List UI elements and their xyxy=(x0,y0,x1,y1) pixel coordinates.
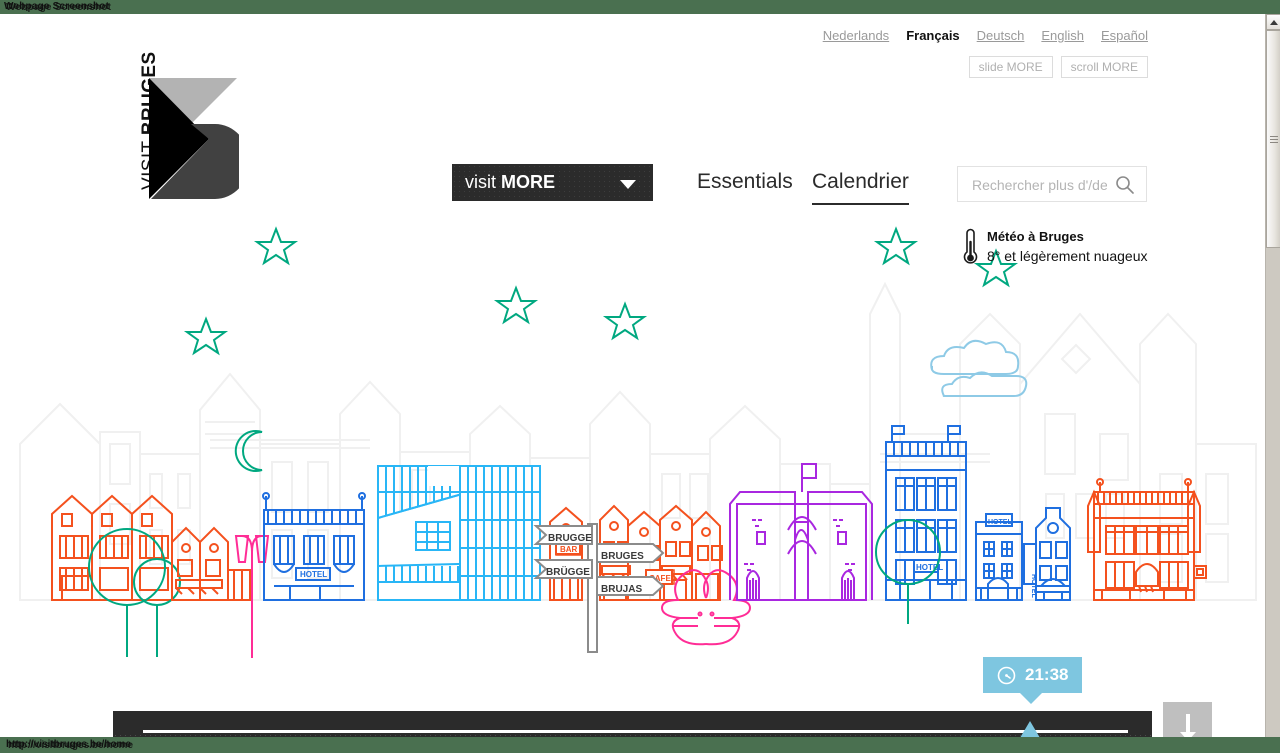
scrollbar-track[interactable] xyxy=(1266,30,1280,737)
svg-text:BRUGES: BRUGES xyxy=(601,551,644,562)
arrow-down-icon xyxy=(1179,713,1196,737)
time-value: 21:38 xyxy=(1025,665,1069,684)
time-tooltip: 21:38 xyxy=(983,657,1083,704)
svg-text:HOTEL: HOTEL xyxy=(988,519,1012,526)
svg-text:BRÜGGE: BRÜGGE xyxy=(546,565,590,578)
extension-title-shadow: Webpage Screenshot xyxy=(6,2,112,13)
logo-b-mark xyxy=(149,78,239,199)
thermometer-icon xyxy=(963,228,978,264)
time-slider-handle[interactable] xyxy=(1017,721,1043,737)
svg-text:HOTEL: HOTEL xyxy=(916,563,943,572)
scrollbar-thumb[interactable] xyxy=(1266,30,1280,248)
language-link-francais[interactable]: Français xyxy=(906,28,959,43)
svg-text:BAR: BAR xyxy=(560,545,578,554)
language-link-espanol[interactable]: Español xyxy=(1101,28,1148,43)
language-link-nederlands[interactable]: Nederlands xyxy=(823,28,890,43)
scroll-down-button[interactable] xyxy=(1163,702,1212,737)
browser-window: Webpage Screenshot Webpage Screenshot HO… xyxy=(0,0,1280,753)
weather-description: 8° et légèrement nuageux xyxy=(987,248,1148,264)
dropdown-label: visit MORE xyxy=(465,172,555,193)
chevron-down-icon xyxy=(620,180,636,189)
dropdown-word-visit: visit xyxy=(465,172,496,192)
language-switcher[interactable]: Nederlands Français Deutsch English Espa… xyxy=(823,28,1148,43)
language-link-deutsch[interactable]: Deutsch xyxy=(977,28,1025,43)
status-url-shadow: http://visitbruges.be/home xyxy=(8,740,134,751)
weather-widget: Météo à Bruges 8° et légèrement nuageux xyxy=(957,228,1157,270)
dropdown-word-more: MORE xyxy=(501,172,556,192)
clock-icon xyxy=(997,666,1016,684)
arrow-up-icon xyxy=(1269,19,1278,25)
scroll-more-button[interactable]: scroll MORE xyxy=(1060,56,1148,78)
svg-text:HOTEL: HOTEL xyxy=(1030,574,1037,598)
page-scrollbar[interactable] xyxy=(1265,14,1280,753)
time-slider-bar[interactable] xyxy=(113,711,1152,737)
nav-item-calendrier[interactable]: Calendrier xyxy=(812,170,909,205)
svg-text:HOTEL: HOTEL xyxy=(300,570,327,579)
search-icon[interactable] xyxy=(1115,175,1134,194)
weather-title: Météo à Bruges xyxy=(987,229,1084,244)
language-link-english[interactable]: English xyxy=(1041,28,1084,43)
scrollbar-up-button[interactable] xyxy=(1266,14,1280,30)
visit-more-dropdown[interactable]: visit MORE xyxy=(452,164,653,201)
svg-text:CAFE: CAFE xyxy=(649,574,671,583)
svg-text:BRUGGE: BRUGGE xyxy=(548,533,592,544)
more-actions: slide MORE scroll MORE xyxy=(968,56,1148,78)
slide-more-button[interactable]: slide MORE xyxy=(968,56,1053,78)
page-viewport: HOTEL BAR CAFE BRUGGE BRUGES BRÜGGE BRUJ… xyxy=(0,14,1265,737)
extension-titlebar: Webpage Screenshot Webpage Screenshot xyxy=(0,0,1280,14)
site-logo[interactable]: VISIT BRUGES xyxy=(113,51,239,201)
browser-status-bar: http://visitbruges.be/home http://visitb… xyxy=(0,737,1280,753)
search-input[interactable] xyxy=(970,167,1109,203)
nav-item-essentials[interactable]: Essentials xyxy=(697,170,793,194)
search-box[interactable] xyxy=(957,166,1147,203)
scrollbar-grip-icon xyxy=(1269,134,1278,145)
time-slider-track[interactable] xyxy=(143,730,1128,733)
svg-text:BRUJAS: BRUJAS xyxy=(601,584,642,595)
